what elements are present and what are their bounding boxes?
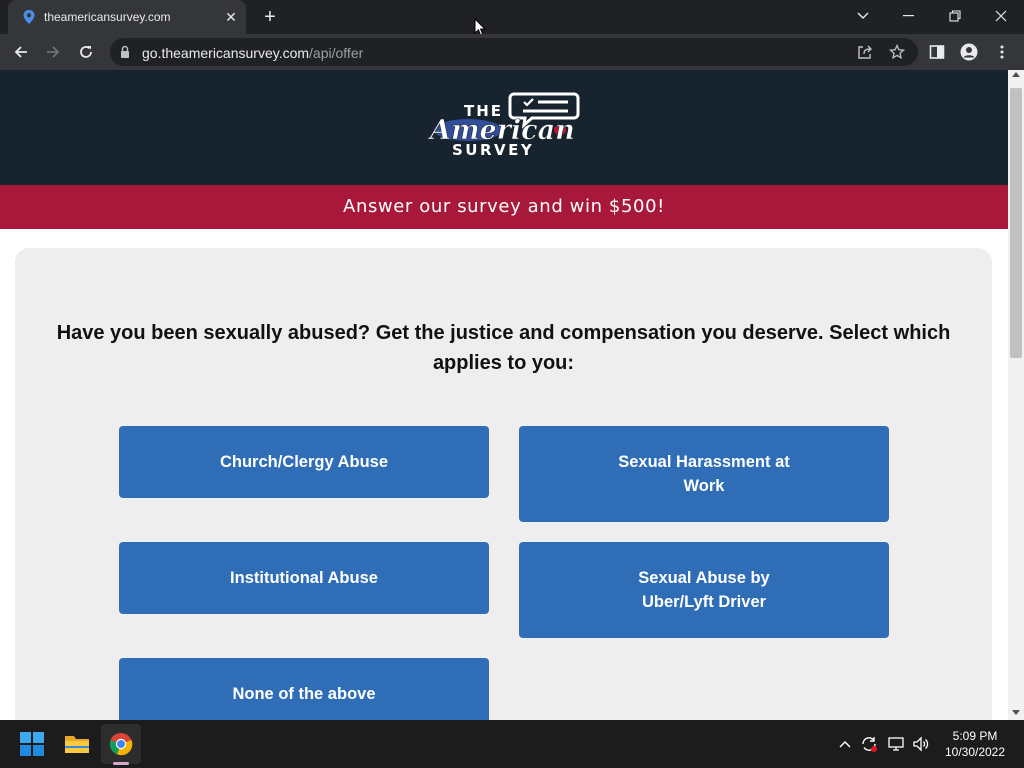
browser-menu-button[interactable] xyxy=(991,41,1013,63)
option-uber-lyft-driver-abuse-button[interactable]: Sexual Abuse by Uber/Lyft Driver xyxy=(519,542,889,638)
page-viewport: THE American SURVEY Answer our survey an… xyxy=(0,70,1008,720)
url-text: go.theamericansurvey.com/api/offer xyxy=(142,45,363,61)
reload-button[interactable] xyxy=(73,39,99,65)
minimize-button[interactable] xyxy=(886,0,932,32)
site-header: THE American SURVEY xyxy=(0,70,1008,185)
close-icon xyxy=(995,10,1007,22)
url-host: go.theamericansurvey.com xyxy=(142,45,310,61)
logo-survey: SURVEY xyxy=(452,141,534,159)
active-app-indicator xyxy=(113,762,129,765)
the-american-survey-logo[interactable]: THE American SURVEY xyxy=(428,90,580,160)
option-none-of-the-above-button[interactable]: None of the above xyxy=(119,658,489,720)
option-sexual-harassment-at-work-button[interactable]: Sexual Harassment at Work xyxy=(519,426,889,522)
tab-title: theamericansurvey.com xyxy=(44,10,171,24)
new-tab-button[interactable]: + xyxy=(258,6,282,28)
bookmark-button[interactable] xyxy=(888,43,906,61)
reload-icon xyxy=(80,46,92,58)
side-panel-button[interactable] xyxy=(926,41,948,63)
side-panel-icon xyxy=(929,45,945,59)
share-icon xyxy=(858,45,872,59)
page-scrollbar[interactable] xyxy=(1008,70,1024,720)
network-icon xyxy=(888,737,904,751)
star-icon xyxy=(889,44,905,60)
clock-date: 10/30/2022 xyxy=(944,745,1006,759)
option-church-clergy-abuse-button[interactable]: Church/Clergy Abuse xyxy=(119,426,489,498)
tab-strip: theamericansurvey.com ✕ + xyxy=(0,0,1024,37)
url-path: /api/offer xyxy=(309,45,364,61)
location-pin-icon xyxy=(23,10,35,24)
browser-toolbar: go.theamericansurvey.com/api/offer xyxy=(0,34,1024,70)
arrow-left-icon xyxy=(14,46,27,58)
chevron-down-icon xyxy=(857,12,869,19)
back-button[interactable] xyxy=(8,39,34,65)
sync-tray-button[interactable] xyxy=(859,734,879,754)
speaker-icon xyxy=(913,736,929,752)
windows-taskbar: 5:09 PM 10/30/2022 xyxy=(0,720,1024,768)
scroll-up-arrow-icon[interactable] xyxy=(1012,72,1020,77)
taskbar-clock[interactable]: 5:09 PM 10/30/2022 xyxy=(940,728,1010,760)
start-button[interactable] xyxy=(12,724,52,764)
survey-question: Have you been sexually abused? Get the j… xyxy=(56,322,951,374)
forward-button[interactable] xyxy=(40,39,66,65)
close-window-button[interactable] xyxy=(978,0,1024,32)
minimize-icon xyxy=(903,15,914,17)
scroll-thumb[interactable] xyxy=(1010,88,1022,358)
kebab-menu-icon xyxy=(1000,45,1004,59)
profile-icon xyxy=(960,43,978,61)
survey-card: Have you been sexually abused? Get the j… xyxy=(15,248,992,720)
browser-tab[interactable]: theamericansurvey.com ✕ xyxy=(8,0,246,34)
restore-button[interactable] xyxy=(932,0,978,32)
show-hidden-icons-button[interactable] xyxy=(835,734,855,754)
file-explorer-icon xyxy=(65,736,89,753)
chrome-icon xyxy=(109,732,133,756)
option-institutional-abuse-button[interactable]: Institutional Abuse xyxy=(119,542,489,614)
volume-tray-button[interactable] xyxy=(911,734,931,754)
scroll-down-arrow-icon[interactable] xyxy=(1012,710,1020,715)
tab-close-icon[interactable]: ✕ xyxy=(222,8,240,26)
arrow-right-icon xyxy=(47,46,60,58)
chevron-up-icon xyxy=(839,741,851,748)
file-explorer-button[interactable] xyxy=(57,724,97,764)
network-tray-button[interactable] xyxy=(886,734,906,754)
restore-icon xyxy=(949,10,961,22)
sync-icon xyxy=(862,737,877,752)
promo-banner: Answer our survey and win $500! xyxy=(0,185,1008,229)
lock-icon xyxy=(121,45,129,58)
windows-start-icon xyxy=(20,732,44,756)
address-bar[interactable]: go.theamericansurvey.com/api/offer xyxy=(110,38,918,66)
profile-button[interactable] xyxy=(958,41,980,63)
tab-search-button[interactable] xyxy=(840,0,886,32)
share-button[interactable] xyxy=(856,43,874,61)
chrome-taskbar-button[interactable] xyxy=(101,724,141,764)
clock-time: 5:09 PM xyxy=(952,729,998,743)
